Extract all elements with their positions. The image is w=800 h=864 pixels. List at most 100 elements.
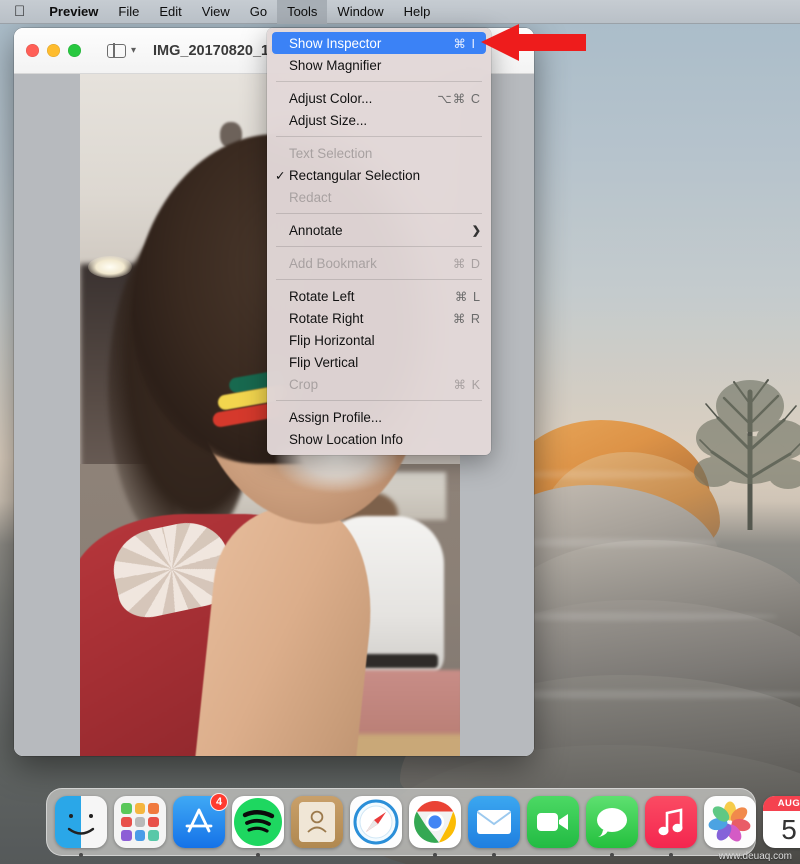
menu-item-show-location-info[interactable]: Show Location Info [267, 428, 491, 450]
menu-item-show-magnifier[interactable]: Show Magnifier [267, 54, 491, 76]
dock-item-mail[interactable] [468, 796, 520, 857]
finder-icon [55, 796, 107, 848]
running-indicator [256, 853, 260, 857]
menu-item-shortcut: ⌥⌘ C [437, 91, 481, 106]
dock-item-chrome[interactable] [409, 796, 461, 857]
menu-item-label: Rectangular Selection [289, 167, 421, 183]
menu-separator [276, 213, 482, 214]
dock: 4 AUG 5 [46, 788, 800, 857]
menu-item-flip-vertical[interactable]: Flip Vertical [267, 351, 491, 373]
menu-item-label: Add Bookmark [289, 255, 377, 271]
dock-item-music[interactable] [645, 796, 697, 857]
launchpad-icon [114, 796, 166, 848]
menu-item-label: Rotate Left [289, 288, 355, 304]
traffic-lights [26, 44, 81, 57]
menu-separator [276, 279, 482, 280]
menu-item-label: Text Selection [289, 145, 373, 161]
sidebar-icon [107, 42, 126, 59]
menu-item-rotate-right[interactable]: Rotate Right ⌘ R [267, 307, 491, 329]
menu-help[interactable]: Help [394, 0, 441, 24]
menu-item-label: Flip Vertical [289, 354, 359, 370]
menu-item-label: Annotate [289, 222, 343, 238]
sidebar-toggle-button[interactable]: ▾ [107, 42, 137, 59]
running-indicator [610, 853, 614, 857]
menu-item-flip-horizontal[interactable]: Flip Horizontal [267, 329, 491, 351]
mail-icon [468, 796, 520, 848]
red-arrow-icon [481, 24, 586, 61]
menu-item-label: Show Inspector [289, 35, 382, 51]
running-indicator [669, 853, 673, 857]
chevron-down-icon: ▾ [131, 45, 137, 56]
menu-item-rectangular-selection[interactable]: ✓ Rectangular Selection [267, 164, 491, 186]
menu-tools[interactable]: Tools [277, 0, 328, 24]
menu-item-label: Show Magnifier [289, 57, 382, 73]
menu-separator [276, 246, 482, 247]
wallpaper-tree-icon [694, 379, 800, 530]
menu-item-label: Adjust Size... [289, 112, 368, 128]
dock-item-app-store[interactable]: 4 [173, 793, 228, 848]
menu-item-rotate-left[interactable]: Rotate Left ⌘ L [267, 285, 491, 307]
menu-item-label: Crop [289, 376, 319, 392]
menu-item-crop: Crop ⌘ K [267, 373, 491, 395]
menu-item-show-inspector[interactable]: Show Inspector ⌘ I [272, 32, 486, 54]
dock-item-launchpad[interactable] [114, 796, 166, 848]
menu-item-label: Adjust Color... [289, 90, 373, 106]
submenu-arrow-icon: ❯ [471, 224, 481, 237]
watermark: www.deuaq.com [718, 851, 792, 862]
menu-item-annotate[interactable]: Annotate ❯ [267, 219, 491, 241]
messages-icon [586, 796, 638, 848]
contacts-icon [291, 796, 343, 848]
tools-dropdown-menu: Show Inspector ⌘ I Show Magnifier Adjust Co… [267, 28, 491, 455]
menu-item-label: Assign Profile... [289, 409, 383, 425]
menu-go[interactable]: Go [240, 0, 277, 24]
safari-icon [350, 796, 402, 848]
menu-edit[interactable]: Edit [149, 0, 191, 24]
menu-item-shortcut: ⌘ R [452, 311, 481, 326]
menu-item-shortcut: ⌘ I [453, 36, 476, 51]
facetime-icon [527, 796, 579, 848]
music-icon [645, 796, 697, 848]
menu-item-text-selection: Text Selection [267, 142, 491, 164]
menu-separator [276, 400, 482, 401]
chrome-icon [409, 796, 461, 848]
spotify-icon [232, 796, 284, 848]
menu-item-shortcut: ⌘ D [452, 256, 481, 271]
photo-ceiling-light [88, 256, 132, 278]
calendar-month: AUG [763, 796, 800, 811]
menu-preview[interactable]: Preview [39, 0, 108, 24]
dock-item-contacts[interactable] [291, 796, 343, 848]
menu-window[interactable]: Window [327, 0, 393, 24]
menu-item-label: Redact [289, 189, 332, 205]
zoom-button[interactable] [68, 44, 81, 57]
dock-item-finder[interactable] [55, 796, 107, 857]
menu-view[interactable]: View [192, 0, 240, 24]
menu-item-assign-profile[interactable]: Assign Profile... [267, 406, 491, 428]
dock-item-messages[interactable] [586, 796, 638, 857]
menu-separator [276, 136, 482, 137]
menu-item-label: Flip Horizontal [289, 332, 375, 348]
running-indicator [433, 853, 437, 857]
menu-item-adjust-color[interactable]: Adjust Color... ⌥⌘ C [267, 87, 491, 109]
menu-item-redact: Redact [267, 186, 491, 208]
menu-file[interactable]: File [108, 0, 149, 24]
minimize-button[interactable] [47, 44, 60, 57]
document-title: IMG_20170820_16 [153, 42, 278, 59]
dock-item-spotify[interactable] [232, 796, 284, 857]
menu-item-add-bookmark: Add Bookmark ⌘ D [267, 252, 491, 274]
dock-item-calendar[interactable]: AUG 5 [763, 796, 800, 848]
dock-item-facetime[interactable] [527, 796, 579, 848]
calendar-icon: AUG 5 [763, 796, 800, 848]
calendar-day: 5 [781, 813, 797, 845]
menu-item-shortcut: ⌘ L [454, 289, 481, 304]
menu-item-adjust-size[interactable]: Adjust Size... [267, 109, 491, 131]
menu-separator [276, 81, 482, 82]
close-button[interactable] [26, 44, 39, 57]
running-indicator [492, 853, 496, 857]
dock-item-photos[interactable] [704, 796, 756, 848]
menu-bar:  Preview File Edit View Go Tools Window… [0, 0, 800, 24]
photos-icon [704, 796, 756, 848]
checkmark-icon: ✓ [275, 168, 286, 183]
dock-item-safari[interactable] [350, 796, 402, 848]
menu-item-shortcut: ⌘ K [453, 377, 481, 392]
apple-logo-icon[interactable]:  [0, 1, 39, 23]
